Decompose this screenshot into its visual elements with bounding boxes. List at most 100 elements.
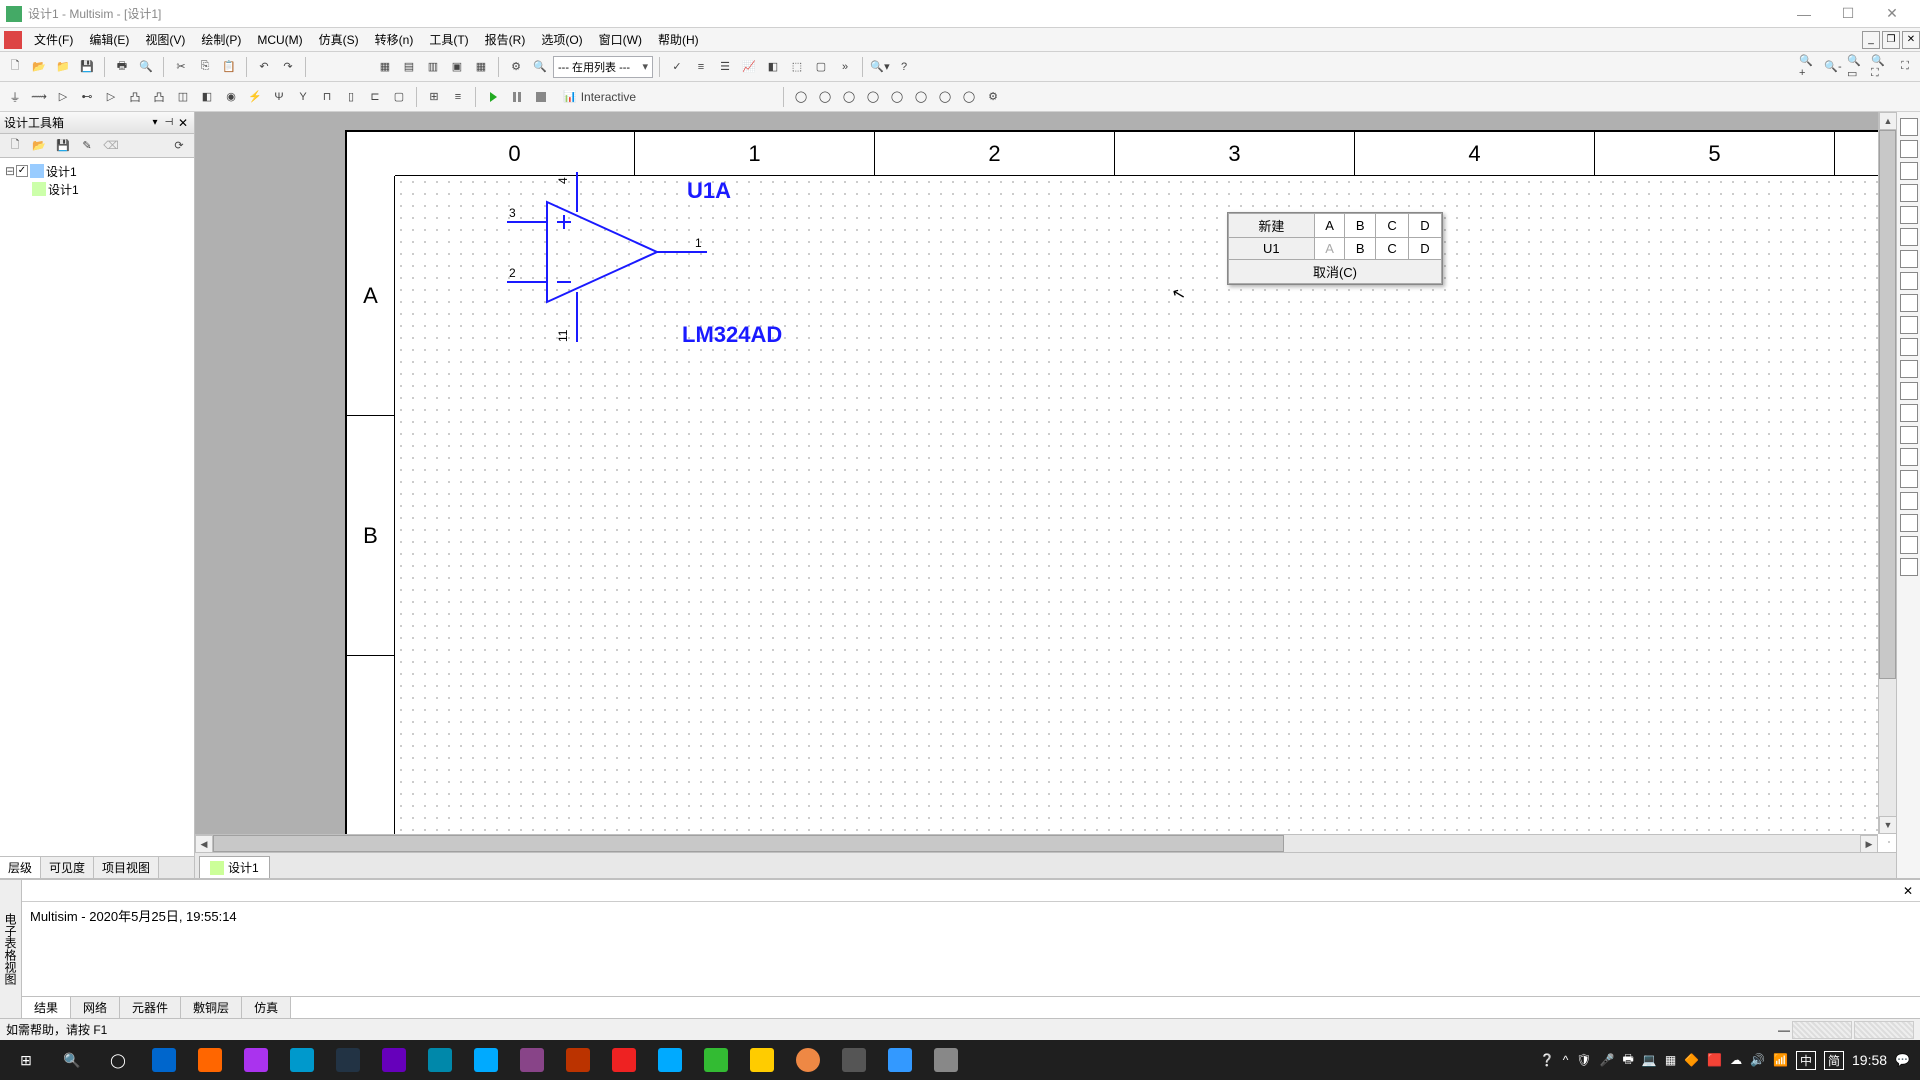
place-cmos-button[interactable]: 凸 <box>148 86 170 108</box>
place-misc-button[interactable]: Ψ <box>268 86 290 108</box>
help-button[interactable]: ? <box>893 56 915 78</box>
taskbar-app-11[interactable] <box>602 1041 646 1079</box>
popup-u1-d[interactable]: D <box>1409 238 1442 260</box>
tray-shield-icon[interactable]: 🛡 <box>1576 1053 1591 1067</box>
interactive-button[interactable]: 📊 Interactive <box>554 86 645 108</box>
place-analog-button[interactable]: ▷ <box>100 86 122 108</box>
place-indicator-button[interactable]: ◉ <box>220 86 242 108</box>
menu-transfer[interactable]: 转移(n) <box>367 29 422 51</box>
output-tab-nets[interactable]: 网络 <box>71 997 120 1018</box>
component-u1a[interactable]: 3 2 1 4 11 U1A LM324AD <box>477 162 807 382</box>
place-transistor-button[interactable]: ⊷ <box>76 86 98 108</box>
find-button[interactable]: 🔍 <box>529 56 551 78</box>
menu-report[interactable]: 报告(R) <box>477 29 534 51</box>
place-misc-digital-button[interactable]: ◫ <box>172 86 194 108</box>
minimize-button[interactable]: — <box>1782 0 1826 28</box>
instr-scope4[interactable] <box>1900 206 1918 224</box>
instr-tek-scope[interactable] <box>1900 492 1918 510</box>
place-diode-button[interactable]: ▷ <box>52 86 74 108</box>
instr-bode[interactable] <box>1900 228 1918 246</box>
mdi-minimize[interactable]: _ <box>1862 31 1880 49</box>
place-source-button[interactable]: ⏚ <box>4 86 26 108</box>
erc-button[interactable]: ✓ <box>666 56 688 78</box>
instr-agilent-gen[interactable] <box>1900 426 1918 444</box>
open-examples-button[interactable]: 📁 <box>52 56 74 78</box>
taskbar-app-15[interactable] <box>786 1041 830 1079</box>
instrument-multimeter-icon[interactable]: ◯ <box>790 86 812 108</box>
place-bus-button[interactable]: ≡ <box>447 86 469 108</box>
save-button[interactable]: 💾 <box>76 56 98 78</box>
maximize-button[interactable]: ☐ <box>1826 0 1870 28</box>
horizontal-scrollbar[interactable]: ◀ ▶ <box>195 834 1878 852</box>
taskbar-app-6[interactable] <box>372 1041 416 1079</box>
instrument-bode-icon[interactable]: ◯ <box>910 86 932 108</box>
postprocess-button[interactable]: ◧ <box>762 56 784 78</box>
output-tab-copper[interactable]: 敷铜层 <box>181 997 242 1018</box>
taskbar-app-8[interactable] <box>464 1041 508 1079</box>
place-basic-button[interactable]: ⟿ <box>28 86 50 108</box>
toggle-sheet-button[interactable]: ▣ <box>446 56 468 78</box>
start-button[interactable]: ⊞ <box>4 1041 48 1079</box>
taskbar-app-16[interactable] <box>832 1041 876 1079</box>
vertical-scrollbar[interactable]: ▲ ▼ <box>1878 112 1896 834</box>
instr-funcgen[interactable] <box>1900 140 1918 158</box>
menu-file[interactable]: 文件(F) <box>26 29 81 51</box>
tray-help-icon[interactable]: ❔ <box>1540 1053 1555 1067</box>
place-hierarchy-button[interactable]: ⊞ <box>423 86 445 108</box>
mdi-close[interactable]: ✕ <box>1902 31 1920 49</box>
tray-ime-2[interactable]: 简 <box>1824 1051 1844 1070</box>
toggle-border-button[interactable]: ▤ <box>398 56 420 78</box>
fullscreen-button[interactable]: ⛶ <box>1894 56 1916 78</box>
taskbar-app-10[interactable] <box>556 1041 600 1079</box>
menu-window[interactable]: 窗口(W) <box>591 29 650 51</box>
zoom-fit-button[interactable]: 🔍⛶ <box>1870 56 1892 78</box>
schematic-viewport[interactable]: 0 1 2 3 4 5 A B <box>195 112 1878 834</box>
tab-project-view[interactable]: 项目视图 <box>94 857 159 878</box>
output-tab-components[interactable]: 元器件 <box>120 997 181 1018</box>
redo-button[interactable]: ↷ <box>277 56 299 78</box>
inuse-list-combo[interactable]: --- 在用列表 --- <box>553 56 653 78</box>
instrument-logicconv-icon[interactable]: ⚙ <box>982 86 1004 108</box>
new-button[interactable]: 🗋 <box>4 56 26 78</box>
menu-tools[interactable]: 工具(T) <box>421 29 476 51</box>
tray-ime-1[interactable]: 中 <box>1796 1051 1816 1070</box>
tray-volume-icon[interactable]: 🔊 <box>1750 1053 1765 1067</box>
copy-button[interactable]: ⎘ <box>194 56 216 78</box>
instr-iv[interactable] <box>1900 338 1918 356</box>
instr-network[interactable] <box>1900 404 1918 422</box>
tray-network-icon[interactable]: 📶 <box>1773 1053 1788 1067</box>
taskbar-app-3[interactable] <box>234 1041 278 1079</box>
tray-app-icon-1[interactable]: ▦ <box>1665 1053 1676 1067</box>
tray-cloud-icon[interactable]: ☁ <box>1730 1053 1742 1067</box>
menu-mcu[interactable]: MCU(M) <box>249 29 310 51</box>
instr-wordgen[interactable] <box>1900 272 1918 290</box>
toolbox-pin-button[interactable]: ▾ <box>148 116 162 130</box>
netlist-button[interactable]: ≡ <box>690 56 712 78</box>
taskbar-app-12[interactable] <box>648 1041 692 1079</box>
output-tab-results[interactable]: 结果 <box>22 997 71 1018</box>
instrument-4scope-icon[interactable]: ◯ <box>886 86 908 108</box>
toolbox-refresh-button[interactable]: ⟳ <box>168 135 190 157</box>
taskbar-app-5[interactable] <box>326 1041 370 1079</box>
place-mcu-button[interactable]: ▢ <box>388 86 410 108</box>
place-rf-button[interactable]: Y <box>292 86 314 108</box>
taskbar-app-17[interactable] <box>878 1041 922 1079</box>
popup-new-d[interactable]: D <box>1409 214 1442 238</box>
place-mixed-button[interactable]: ◧ <box>196 86 218 108</box>
cut-button[interactable]: ✂ <box>170 56 192 78</box>
paste-button[interactable]: 📋 <box>218 56 240 78</box>
output-close-button[interactable]: ✕ <box>1900 883 1916 899</box>
instrument-wattmeter-icon[interactable]: ◯ <box>838 86 860 108</box>
forward-annotate-button[interactable]: » <box>834 56 856 78</box>
taskbar-app-9[interactable] <box>510 1041 554 1079</box>
toggle-ruler-button[interactable]: ▦ <box>470 56 492 78</box>
tab-hierarchy[interactable]: 层级 <box>0 857 41 878</box>
menu-draw[interactable]: 绘制(P) <box>193 29 249 51</box>
ultiboard-button[interactable]: ▢ <box>810 56 832 78</box>
instr-current-probe[interactable] <box>1900 558 1918 576</box>
tray-clock[interactable]: 19:58 <box>1852 1052 1887 1068</box>
popup-u1-b[interactable]: B <box>1345 238 1376 260</box>
instr-freq[interactable] <box>1900 250 1918 268</box>
scroll-up-button[interactable]: ▲ <box>1879 112 1896 130</box>
toolbox-delete-button[interactable]: ⌫ <box>100 135 122 157</box>
